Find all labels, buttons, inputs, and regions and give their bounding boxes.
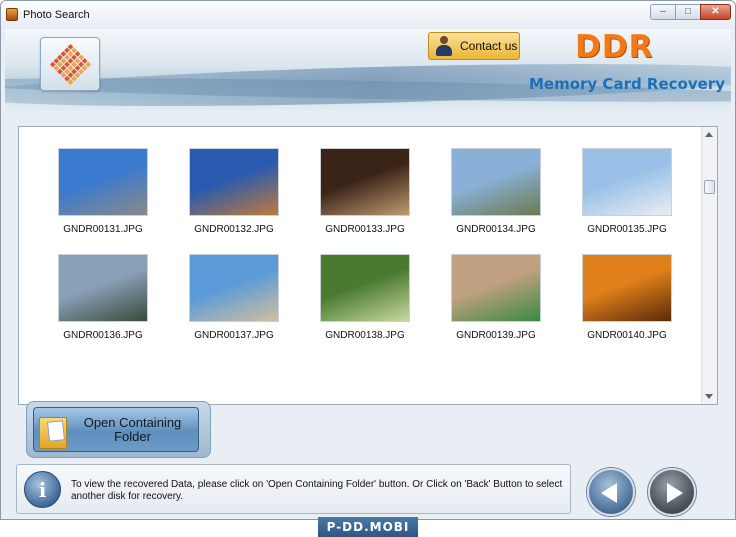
user-icon: [434, 35, 454, 57]
close-icon: ✕: [711, 6, 720, 17]
photo-filename: GNDR00137.JPG: [194, 330, 274, 341]
photo-filename: GNDR00130.JPG: [566, 127, 688, 129]
photo-filename: GNDR00138.JPG: [325, 330, 405, 341]
photo-row: GNDR00136.JPG GNDR00137.JPG GNDR00138.JPG G…: [19, 246, 701, 352]
close-button[interactable]: ✕: [700, 4, 731, 20]
next-arrow-icon: [667, 483, 683, 503]
app-window: Photo Search – □ ✕ Contact us DDR Memory…: [0, 0, 736, 520]
product-name: Memory Card Recovery: [529, 75, 725, 93]
photo-tile[interactable]: GNDR00134.JPG: [435, 140, 545, 246]
logo-mosaic-icon: [49, 43, 91, 85]
photo-filename: GNDR00139.JPG: [456, 330, 536, 341]
open-containing-folder-button[interactable]: Open Containing Folder: [33, 407, 199, 452]
open-folder-panel: Open Containing Folder: [26, 401, 211, 458]
photo-filename: GNDR00126.JPG: [42, 127, 164, 129]
photo-tile[interactable]: GNDR00127.JPG: [173, 127, 283, 140]
photo-grid: GNDR00126.JPGGNDR00127.JPGGNDR00128.JPGG…: [19, 127, 701, 352]
photo-filename: GNDR00140.JPG: [587, 330, 667, 341]
photo-thumbnail[interactable]: [189, 148, 279, 216]
app-logo: [40, 37, 100, 91]
minimize-icon: –: [660, 6, 666, 17]
photo-row: GNDR00126.JPGGNDR00127.JPGGNDR00128.JPGG…: [19, 127, 701, 140]
photo-filename: GNDR00132.JPG: [194, 224, 274, 235]
photo-thumbnail[interactable]: [189, 254, 279, 322]
status-info-panel: i To view the recovered Data, please cli…: [16, 464, 571, 514]
watermark: P-DD.MOBI: [318, 517, 418, 537]
photo-tile[interactable]: GNDR00130.JPG: [566, 127, 676, 140]
app-icon: [6, 8, 18, 21]
photo-tile[interactable]: GNDR00140.JPG: [566, 246, 676, 352]
scrollbar-thumb[interactable]: [704, 180, 715, 194]
photo-tile[interactable]: GNDR00138.JPG: [304, 246, 414, 352]
photo-thumbnail[interactable]: [582, 254, 672, 322]
contact-us-label: Contact us: [460, 39, 518, 53]
photo-filename: GNDR00131.JPG: [63, 224, 143, 235]
photo-filename: GNDR00135.JPG: [587, 224, 667, 235]
vertical-scrollbar[interactable]: [701, 127, 717, 404]
photo-tile[interactable]: GNDR00137.JPG: [173, 246, 283, 352]
photo-tile[interactable]: GNDR00136.JPG: [42, 246, 152, 352]
maximize-button[interactable]: □: [675, 4, 701, 20]
maximize-icon: □: [684, 6, 692, 17]
scroll-up-arrow-icon[interactable]: [705, 132, 713, 137]
photo-thumbnail[interactable]: [320, 148, 410, 216]
next-button[interactable]: [648, 468, 696, 516]
photo-thumbnail[interactable]: [451, 148, 541, 216]
photo-tile[interactable]: GNDR00135.JPG: [566, 140, 676, 246]
photo-tile[interactable]: GNDR00128.JPG: [304, 127, 414, 140]
photo-filename: GNDR00129.JPG: [435, 127, 557, 129]
photo-thumbnail[interactable]: [58, 148, 148, 216]
contact-us-button[interactable]: Contact us: [428, 32, 520, 60]
window-title: Photo Search: [23, 9, 90, 21]
photo-thumbnail[interactable]: [58, 254, 148, 322]
photo-thumbnail[interactable]: [320, 254, 410, 322]
photo-filename: GNDR00133.JPG: [325, 224, 405, 235]
info-icon: i: [24, 471, 61, 508]
photo-thumbnail[interactable]: [451, 254, 541, 322]
photo-row: GNDR00131.JPG GNDR00132.JPG GNDR00133.JPG G…: [19, 140, 701, 246]
photo-filename: GNDR00128.JPG: [304, 127, 426, 129]
scroll-down-arrow-icon[interactable]: [705, 394, 713, 399]
back-arrow-icon: [601, 483, 617, 503]
info-message: To view the recovered Data, please click…: [71, 479, 563, 502]
photo-tile[interactable]: GNDR00131.JPG: [42, 140, 152, 246]
brand-logo-text: DDR: [575, 29, 654, 65]
photo-filename: GNDR00134.JPG: [456, 224, 536, 235]
photo-filename: GNDR00136.JPG: [63, 330, 143, 341]
photo-tile[interactable]: GNDR00126.JPG: [42, 127, 152, 140]
minimize-button[interactable]: –: [650, 4, 676, 20]
photo-filename: GNDR00127.JPG: [173, 127, 295, 129]
photo-tile[interactable]: GNDR00132.JPG: [173, 140, 283, 246]
open-containing-folder-label: Open Containing Folder: [83, 414, 182, 444]
recovered-photos-gallery: GNDR00126.JPGGNDR00127.JPGGNDR00128.JPGG…: [18, 126, 718, 405]
title-bar: Photo Search – □ ✕: [1, 1, 735, 29]
back-button[interactable]: [587, 468, 635, 516]
folder-icon: [39, 412, 67, 449]
photo-tile[interactable]: GNDR00139.JPG: [435, 246, 545, 352]
photo-thumbnail[interactable]: [582, 148, 672, 216]
app-header-banner: Contact us DDR Memory Card Recovery: [5, 29, 731, 111]
photo-tile[interactable]: GNDR00129.JPG: [435, 127, 545, 140]
photo-tile[interactable]: GNDR00133.JPG: [304, 140, 414, 246]
